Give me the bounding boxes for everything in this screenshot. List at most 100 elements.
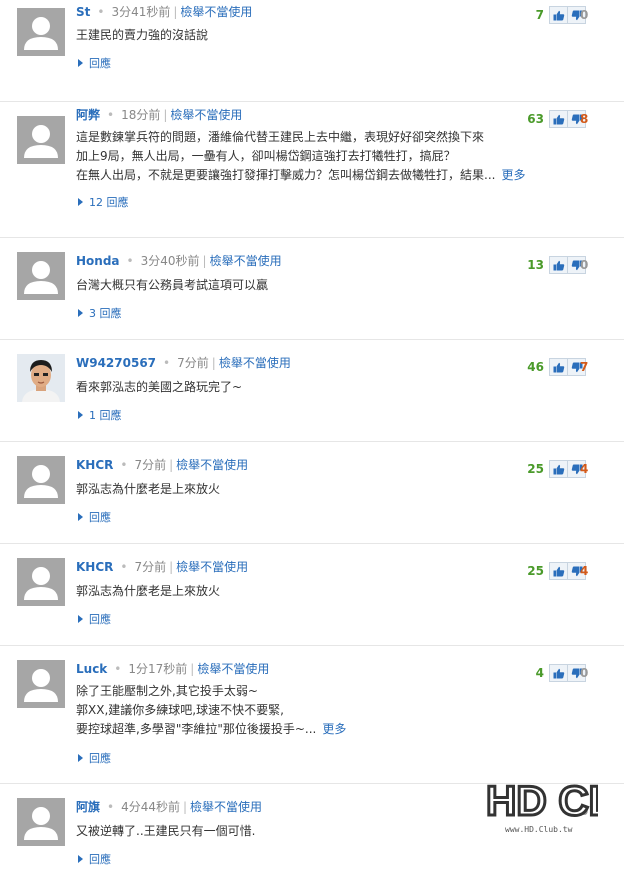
comment-text: 台灣大概只有公務員考試這項可以贏 xyxy=(76,276,566,295)
reply-link[interactable]: 1 回應 xyxy=(78,407,122,423)
comment-author[interactable]: KHCR xyxy=(76,560,113,574)
comment-text: 看來郭泓志的美國之路玩完了~ xyxy=(76,378,566,397)
reply-count: 回應 xyxy=(89,511,111,524)
expand-triangle-icon xyxy=(78,855,83,863)
report-link[interactable]: 檢舉不當使用 xyxy=(176,458,248,472)
avatar[interactable] xyxy=(17,354,65,402)
comment-line: 這是數鍊掌兵符的問題，潘維倫代替王建民上去中繼，表現好好卻突然換下來 xyxy=(76,130,485,144)
thumbs-up-icon xyxy=(553,260,564,270)
vote-widget: 46 xyxy=(527,358,586,376)
dislike-count: 4 xyxy=(580,564,589,578)
reply-link[interactable]: 回應 xyxy=(78,851,111,867)
comment-line: 郭XX,建議你多練球吧,球速不快不要緊, xyxy=(76,703,284,717)
avatar[interactable] xyxy=(17,456,65,504)
watermark-logo-text: HD CLUB xyxy=(486,777,598,824)
thumbs-up-button[interactable] xyxy=(550,563,567,579)
reply-link[interactable]: 回應 xyxy=(78,55,111,71)
thumbs-up-button[interactable] xyxy=(550,665,567,681)
reply-count: 回應 xyxy=(89,752,111,765)
reply-link[interactable]: 回應 xyxy=(78,750,111,766)
comment-author[interactable]: KHCR xyxy=(76,458,113,472)
reply-link[interactable]: 回應 xyxy=(78,509,111,525)
comment-item: Luck • 1分17秒前 | 檢舉不當使用 除了王能壓制之外,其它投手太弱~ 郭XX,… xyxy=(0,646,624,784)
like-count: 13 xyxy=(527,258,544,272)
thumbs-up-button[interactable] xyxy=(550,359,567,375)
more-link[interactable]: 更多 xyxy=(501,168,525,182)
report-link[interactable]: 檢舉不當使用 xyxy=(190,800,262,814)
thumbs-up-icon xyxy=(553,566,564,576)
comment-time: 3分40秒前 xyxy=(140,254,200,268)
comment-time: 7分前 xyxy=(134,560,167,574)
comment-meta: 阿弊 • 18分前 | 檢舉不當使用 xyxy=(76,108,243,122)
comment-text: 除了王能壓制之外,其它投手太弱~ 郭XX,建議你多練球吧,球速不快不要緊, 要控… xyxy=(76,682,566,739)
thumbs-up-icon xyxy=(553,114,564,124)
comment-meta: Honda • 3分40秒前 | 檢舉不當使用 xyxy=(76,254,282,268)
reply-count: 3 回應 xyxy=(89,307,122,320)
thumbs-up-button[interactable] xyxy=(550,257,567,273)
comment-author[interactable]: 阿旗 xyxy=(76,800,100,814)
comment-author[interactable]: W94270567 xyxy=(76,356,156,370)
reply-count: 12 回應 xyxy=(89,196,129,209)
dislike-count: 0 xyxy=(580,8,589,22)
comment-time: 18分前 xyxy=(121,108,161,122)
comment-line: 郭泓志為什麼老是上來放火 xyxy=(76,482,221,496)
expand-triangle-icon xyxy=(78,59,83,67)
avatar[interactable] xyxy=(17,798,65,846)
more-link[interactable]: 更多 xyxy=(322,722,346,736)
report-link[interactable]: 檢舉不當使用 xyxy=(170,108,242,122)
comment-meta: 阿旗 • 4分44秒前 | 檢舉不當使用 xyxy=(76,800,263,814)
avatar[interactable] xyxy=(17,660,65,708)
reply-count: 回應 xyxy=(89,613,111,626)
comment-item: KHCR • 7分前 | 檢舉不當使用 郭泓志為什麼老是上來放火 回應 25 4 xyxy=(0,544,624,646)
comment-item: W94270567 • 7分前 | 檢舉不當使用 看來郭泓志的美國之路玩完了~ 1 回應… xyxy=(0,340,624,442)
reply-link[interactable]: 回應 xyxy=(78,611,111,627)
vote-widget: 25 xyxy=(527,562,586,580)
vote-widget: 25 xyxy=(527,460,586,478)
expand-triangle-icon xyxy=(78,411,83,419)
vote-widget: 7 xyxy=(534,6,586,24)
avatar[interactable] xyxy=(17,558,65,606)
reply-count: 回應 xyxy=(89,57,111,70)
comment-time: 7分前 xyxy=(177,356,209,370)
vote-widget: 63 xyxy=(527,110,586,128)
expand-triangle-icon xyxy=(78,615,83,623)
comment-author[interactable]: Honda xyxy=(76,254,120,268)
thumbs-up-button[interactable] xyxy=(550,461,567,477)
avatar[interactable] xyxy=(17,8,65,56)
comment-text: 王建民的賣力強的沒話說 xyxy=(76,26,566,45)
dislike-count: 7 xyxy=(580,360,589,374)
dislike-count: 0 xyxy=(580,258,589,272)
avatar[interactable] xyxy=(17,252,65,300)
like-count: 46 xyxy=(527,360,544,374)
report-link[interactable]: 檢舉不當使用 xyxy=(180,5,252,19)
comment-author[interactable]: Luck xyxy=(76,662,107,676)
comment-text: 這是數鍊掌兵符的問題，潘維倫代替王建民上去中繼，表現好好卻突然換下來 加上9局，… xyxy=(76,128,566,185)
like-count: 4 xyxy=(535,666,544,680)
report-link[interactable]: 檢舉不當使用 xyxy=(210,254,282,268)
comment-meta: KHCR • 7分前 | 檢舉不當使用 xyxy=(76,560,249,574)
comment-line: 台灣大概只有公務員考試這項可以贏 xyxy=(76,278,269,292)
dislike-count: 4 xyxy=(580,462,589,476)
comment-meta: Luck • 1分17秒前 | 檢舉不當使用 xyxy=(76,662,270,676)
comment-item: St • 3分41秒前 | 檢舉不當使用 王建民的賣力強的沒話說 回應 7 0 xyxy=(0,0,624,102)
reply-link[interactable]: 3 回應 xyxy=(78,305,122,321)
thumbs-up-button[interactable] xyxy=(550,7,567,23)
comment-author[interactable]: St xyxy=(76,5,90,19)
thumbs-up-icon xyxy=(553,10,564,20)
like-count: 25 xyxy=(527,462,544,476)
thumbs-up-icon xyxy=(553,464,564,474)
comment-meta: St • 3分41秒前 | 檢舉不當使用 xyxy=(76,5,253,19)
avatar[interactable] xyxy=(17,116,65,164)
watermark-url: www.HD.Club.tw xyxy=(505,825,573,834)
comment-author[interactable]: 阿弊 xyxy=(76,108,100,122)
vote-widget: 4 xyxy=(534,664,586,682)
comment-line: 看來郭泓志的美國之路玩完了~ xyxy=(76,380,243,394)
comment-line: 要控球超準,多學習"李維拉"那位後援投手~... xyxy=(76,722,317,736)
expand-triangle-icon xyxy=(78,309,83,317)
dislike-count: 0 xyxy=(580,666,589,680)
reply-link[interactable]: 12 回應 xyxy=(78,194,129,210)
thumbs-up-button[interactable] xyxy=(550,111,567,127)
report-link[interactable]: 檢舉不當使用 xyxy=(176,560,248,574)
report-link[interactable]: 檢舉不當使用 xyxy=(197,662,269,676)
report-link[interactable]: 檢舉不當使用 xyxy=(219,356,291,370)
